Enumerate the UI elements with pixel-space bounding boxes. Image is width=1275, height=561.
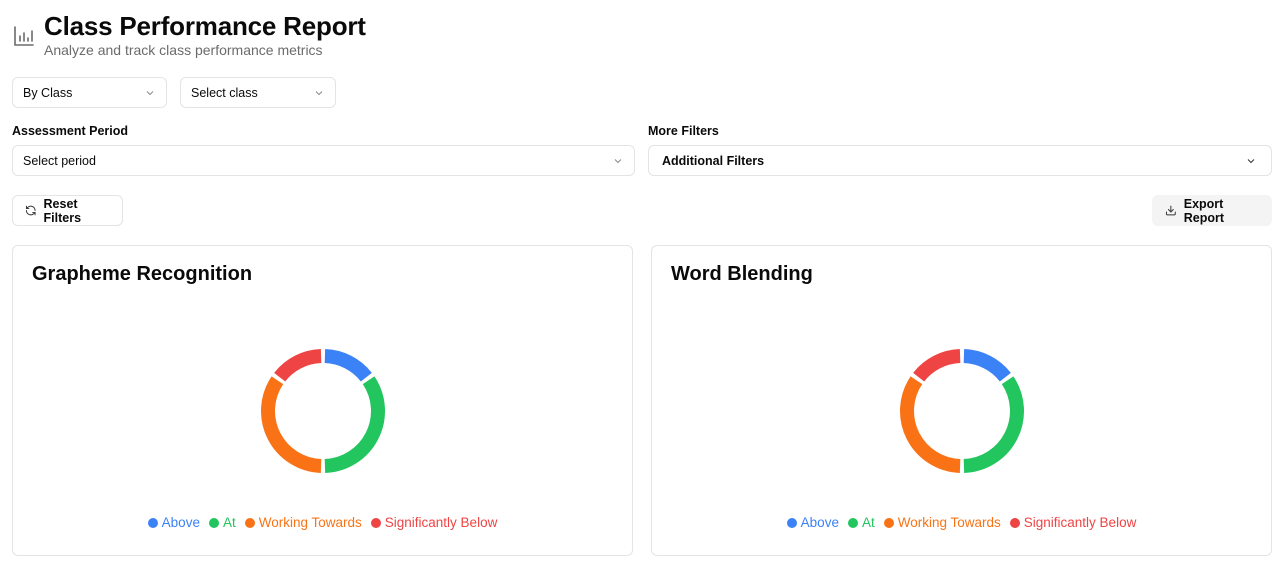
card-title: Word Blending — [671, 263, 813, 285]
legend-item-at[interactable]: At — [847, 515, 875, 530]
legend-label: Above — [800, 515, 839, 530]
reset-filters-button[interactable]: Reset Filters — [12, 195, 123, 226]
donut-slice-at[interactable] — [963, 376, 1024, 473]
legend-swatch — [244, 517, 255, 528]
view-mode-select[interactable]: By Class — [12, 77, 167, 108]
donut-chart — [261, 349, 385, 473]
additional-filters-select[interactable]: Additional Filters — [648, 145, 1272, 176]
class-select[interactable]: Select class — [180, 77, 336, 108]
legend-swatch — [208, 517, 219, 528]
legend-item-working-towards[interactable]: Working Towards — [883, 515, 1001, 530]
legend-item-at[interactable]: At — [208, 515, 236, 530]
legend-label: Working Towards — [897, 515, 1001, 530]
legend-swatch — [147, 517, 158, 528]
view-mode-value: By Class — [23, 85, 73, 100]
period-select-value: Select period — [23, 153, 96, 168]
legend-item-significantly-below[interactable]: Significantly Below — [370, 515, 498, 530]
legend-label: At — [861, 515, 875, 530]
legend-swatch — [847, 517, 858, 528]
legend-label: Working Towards — [258, 515, 362, 530]
donut-slice-working-towards[interactable] — [261, 376, 322, 473]
chart-legend: Above At Working Towards Significantly B… — [652, 515, 1271, 530]
legend-swatch — [1009, 517, 1020, 528]
chevron-down-icon — [315, 90, 323, 95]
page-title: Class Performance Report — [44, 11, 366, 41]
assessment-period-label: Assessment Period — [12, 124, 129, 138]
legend-item-above[interactable]: Above — [147, 515, 200, 530]
legend-item-significantly-below[interactable]: Significantly Below — [1009, 515, 1137, 530]
legend-label: Significantly Below — [384, 515, 498, 530]
donut-slice-significantly-below[interactable] — [913, 349, 961, 382]
chevron-down-icon — [1247, 158, 1255, 163]
donut-chart — [900, 349, 1024, 473]
legend-item-above[interactable]: Above — [786, 515, 839, 530]
word-blending-card: Word Blending Above At Working Towards S… — [651, 245, 1272, 556]
export-report-label: Export Report — [1183, 196, 1225, 225]
class-select-value: Select class — [191, 85, 258, 100]
donut-slice-working-towards[interactable] — [900, 376, 961, 473]
grapheme-recognition-card: Grapheme Recognition Above At Working To… — [12, 245, 633, 556]
donut-slice-above[interactable] — [963, 349, 1011, 382]
legend-label: Significantly Below — [1023, 515, 1137, 530]
refresh-icon — [25, 205, 36, 216]
donut-slice-above[interactable] — [324, 349, 372, 382]
legend-swatch — [786, 517, 797, 528]
legend-item-working-towards[interactable]: Working Towards — [244, 515, 362, 530]
chevron-down-icon — [146, 90, 154, 95]
page-header: Class Performance Report Analyze and tra… — [12, 10, 366, 58]
chevron-down-icon — [614, 158, 622, 163]
additional-filters-value: Additional Filters — [662, 153, 765, 168]
page-subtitle: Analyze and track class performance metr… — [44, 42, 323, 58]
more-filters-label: More Filters — [648, 124, 719, 138]
legend-swatch — [883, 517, 894, 528]
legend-swatch — [370, 517, 381, 528]
card-title: Grapheme Recognition — [32, 263, 253, 285]
download-icon — [1165, 205, 1176, 216]
donut-slice-at[interactable] — [324, 376, 385, 473]
legend-label: At — [222, 515, 236, 530]
legend-label: Above — [161, 515, 200, 530]
export-report-button[interactable]: Export Report — [1152, 195, 1272, 226]
reset-filters-label: Reset Filters — [43, 196, 82, 225]
chart-legend: Above At Working Towards Significantly B… — [13, 515, 632, 530]
period-select[interactable]: Select period — [12, 145, 635, 176]
bar-chart-icon — [14, 26, 34, 46]
donut-slice-significantly-below[interactable] — [274, 349, 322, 382]
